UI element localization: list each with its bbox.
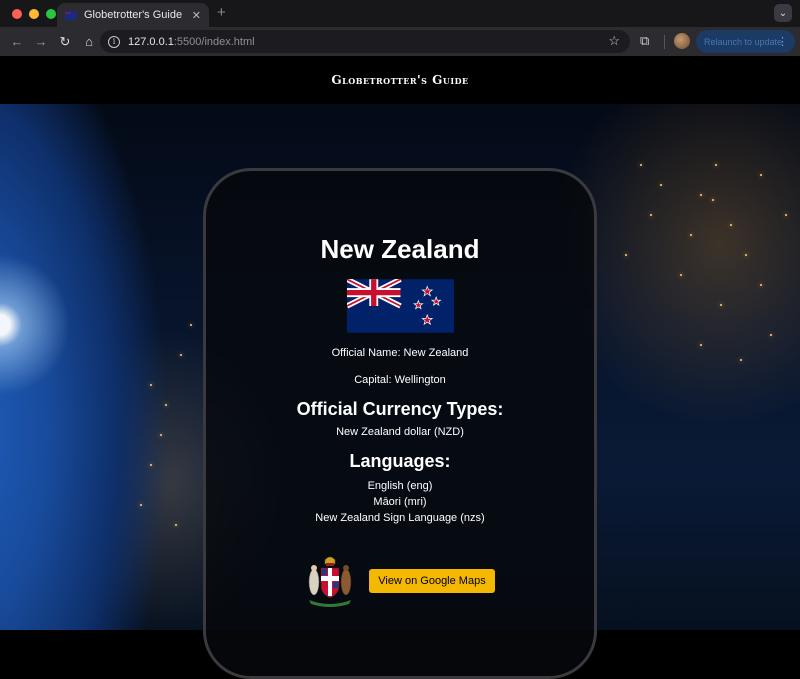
browser-toolbar: ← → ↻ ⌂ i 127.0.0.1 :5500/index.html ☆ ⧉…	[0, 27, 800, 56]
site-info-icon[interactable]: i	[108, 35, 120, 48]
site-title: Globetrotter's Guide	[331, 73, 469, 87]
capital: Capital: Wellington	[354, 374, 446, 386]
browser-tab[interactable]: Globetrotter's Guide ✕	[57, 3, 209, 27]
tab-close-icon[interactable]: ✕	[192, 9, 201, 22]
more-menu-icon[interactable]: ⋮	[777, 35, 788, 48]
language-item: New Zealand Sign Language (nzs)	[315, 512, 485, 524]
language-item: Māori (mri)	[373, 496, 427, 508]
browser-chrome: Globetrotter's Guide ✕ + ⌄ ← → ↻ ⌂ i 127…	[0, 0, 800, 56]
url-host: 127.0.0.1	[128, 35, 174, 48]
url-path: :5500/index.html	[173, 35, 255, 48]
back-arrow-icon[interactable]: ←	[6, 31, 28, 53]
card-actions: View on Google Maps	[206, 554, 594, 608]
view-on-google-maps-button[interactable]: View on Google Maps	[369, 569, 495, 593]
relaunch-label: Relaunch to update	[704, 36, 783, 47]
language-item: English (eng)	[367, 480, 433, 492]
window-controls	[0, 8, 60, 19]
tab-title: Globetrotter's Guide	[84, 9, 183, 21]
coat-of-arms-image	[309, 556, 352, 607]
profile-avatar[interactable]	[674, 33, 690, 49]
country-card: New Zealand Official Name: New Zealand C…	[203, 168, 597, 679]
forward-arrow-icon[interactable]: →	[30, 31, 52, 53]
extensions-puzzle-icon[interactable]: ⧉	[640, 33, 649, 49]
languages-list: English (eng) Māori (mri) New Zealand Si…	[206, 478, 594, 526]
languages-heading: Languages:	[349, 451, 451, 471]
maximize-window-button[interactable]	[46, 8, 56, 19]
toolbar-divider	[664, 35, 665, 49]
address-bar[interactable]: i 127.0.0.1 :5500/index.html ☆	[100, 30, 630, 53]
page-content: Globetrotter's Guide New Zealand Officia…	[0, 56, 800, 679]
tab-bar: Globetrotter's Guide ✕ + ⌄	[0, 0, 800, 27]
relaunch-update-button[interactable]: Relaunch to update ⋮	[696, 30, 795, 53]
new-tab-button[interactable]: +	[217, 4, 226, 21]
tab-favicon-flag-icon	[65, 10, 77, 20]
country-name: New Zealand	[320, 234, 480, 264]
tab-search-chevron-icon[interactable]: ⌄	[774, 4, 792, 22]
currency-item: New Zealand dollar (NZD)	[336, 426, 464, 438]
close-window-button[interactable]	[12, 8, 22, 19]
reload-icon[interactable]: ↻	[54, 31, 76, 53]
home-icon[interactable]: ⌂	[78, 31, 100, 53]
currency-heading: Official Currency Types:	[296, 399, 504, 419]
bookmark-star-icon[interactable]: ☆	[608, 33, 620, 49]
minimize-window-button[interactable]	[29, 8, 39, 19]
official-name: Official Name: New Zealand	[331, 347, 469, 359]
new-zealand-flag-image	[346, 279, 454, 333]
site-header: Globetrotter's Guide	[0, 56, 800, 104]
